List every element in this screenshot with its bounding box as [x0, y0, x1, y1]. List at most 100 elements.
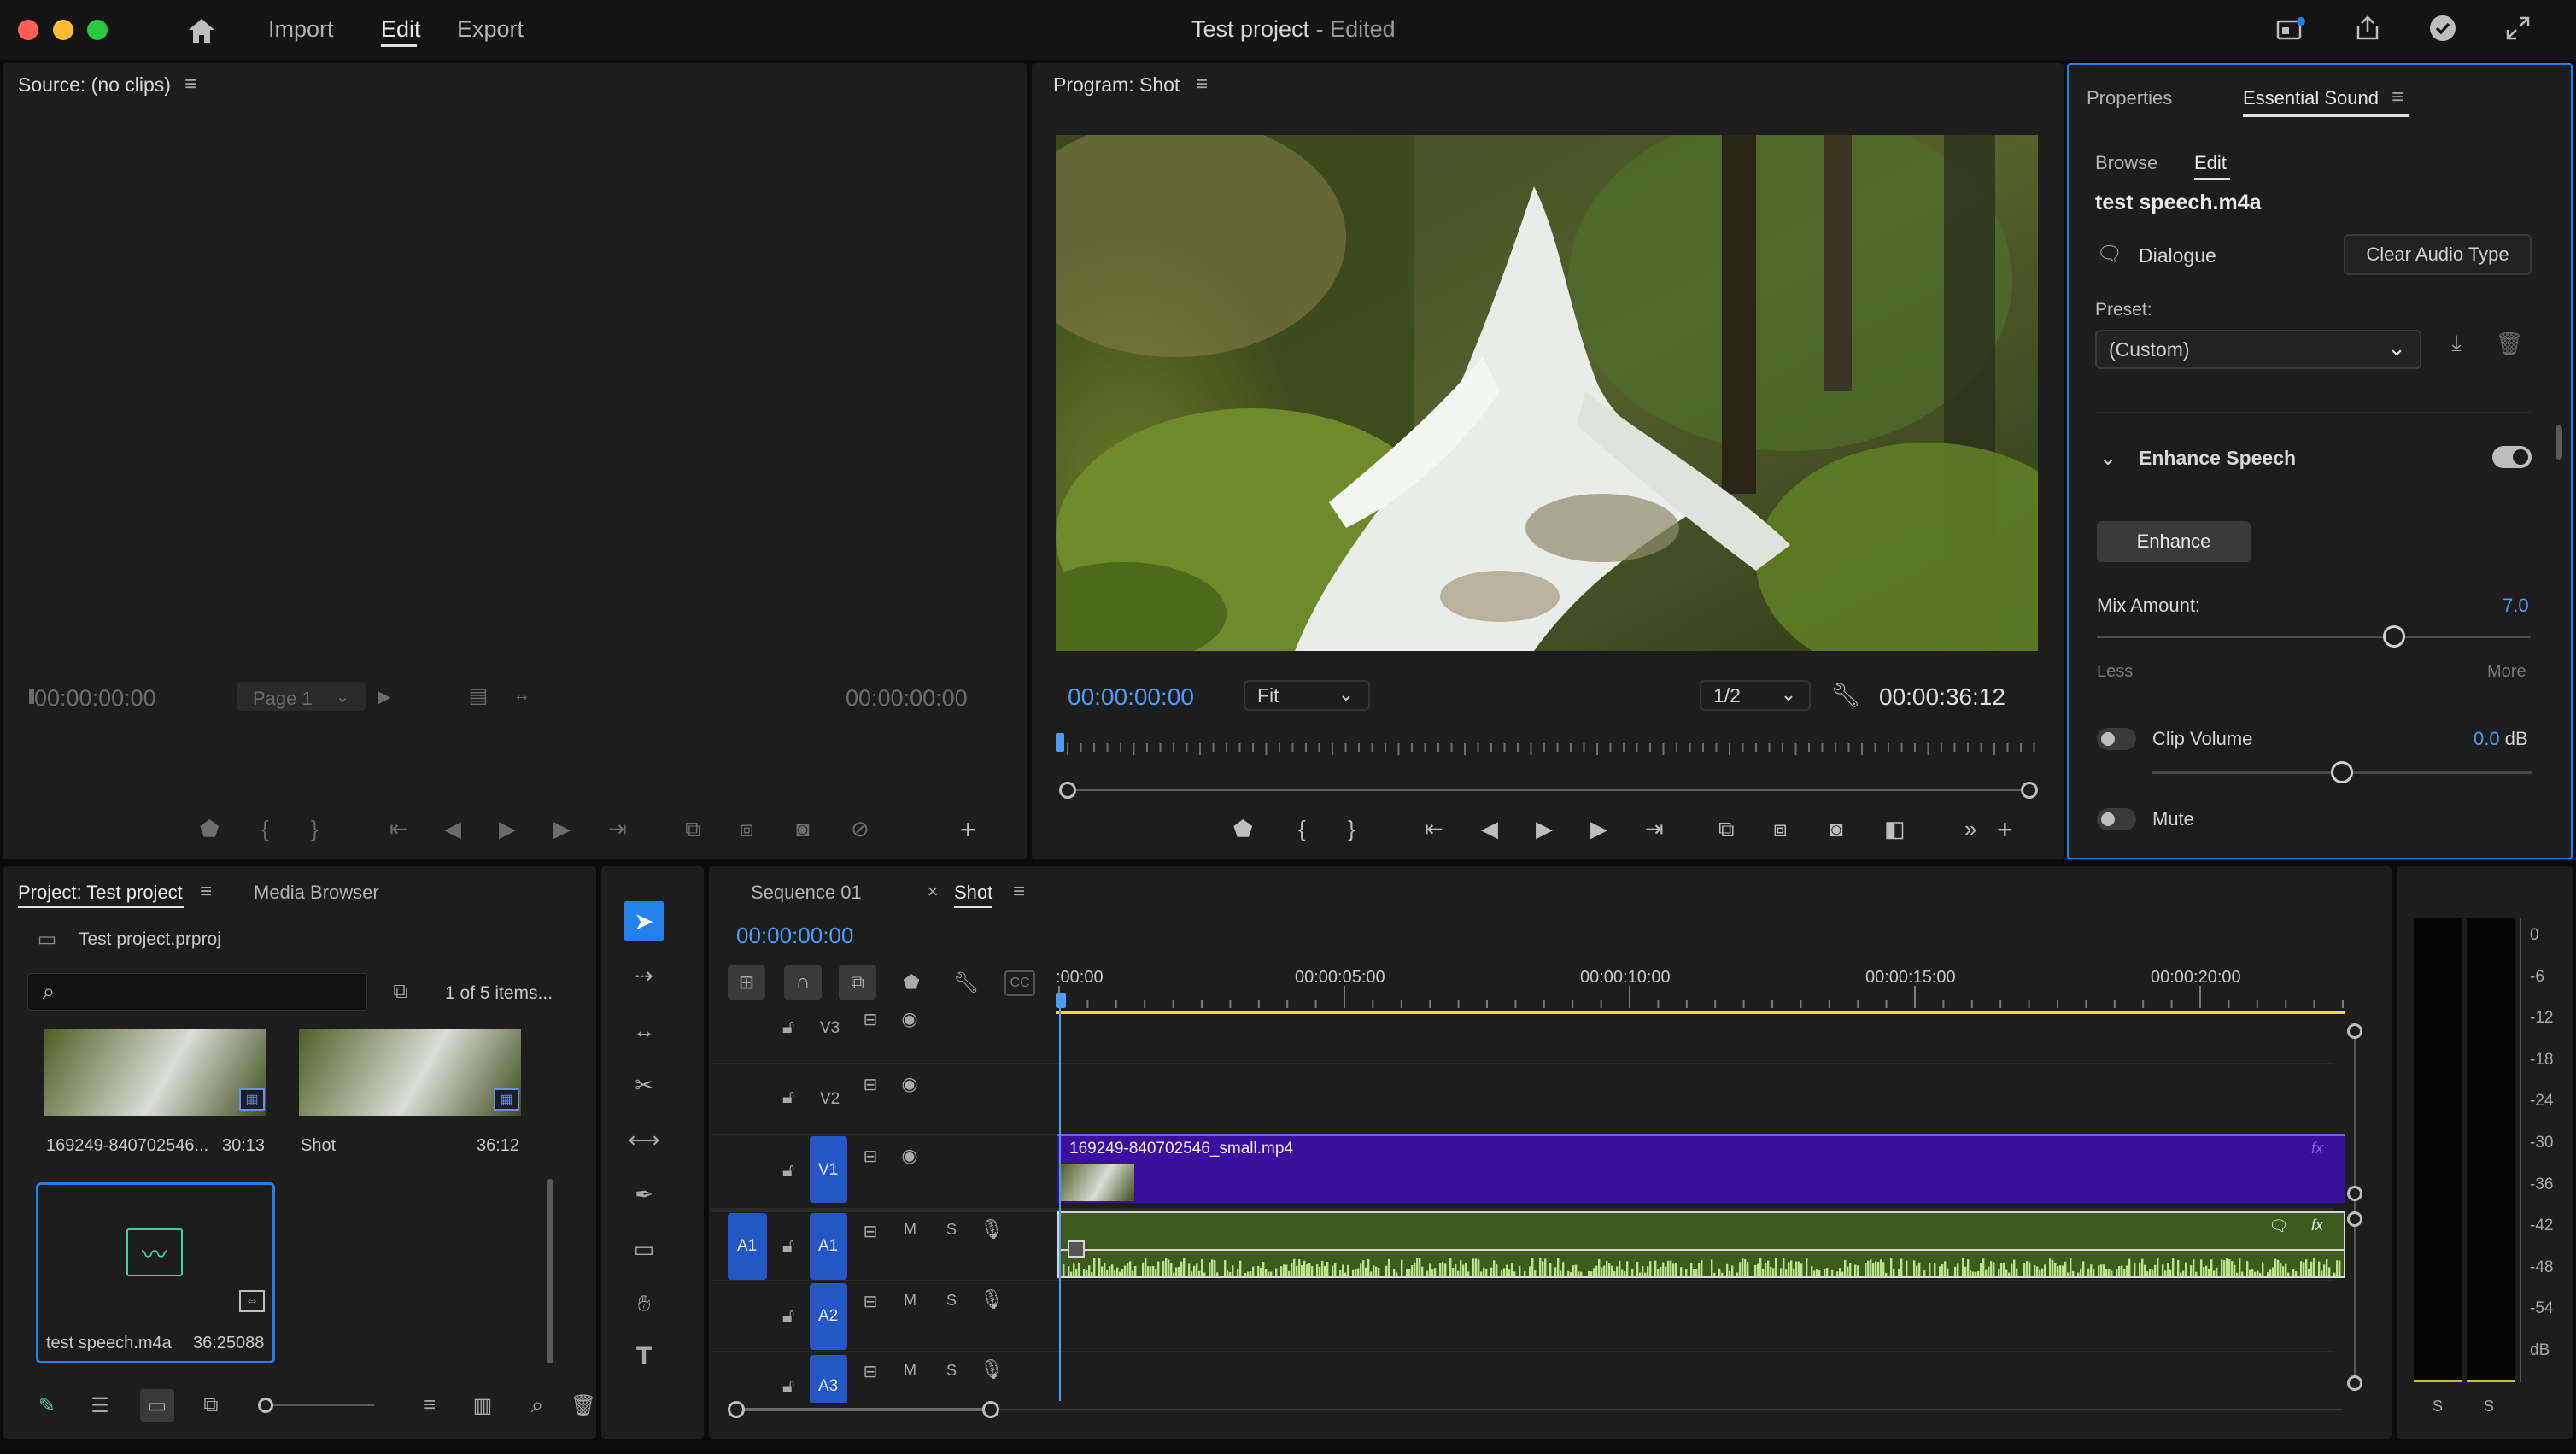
drag-video-icon[interactable]: ⊘: [851, 816, 869, 842]
enhance-button[interactable]: Enhance: [2097, 521, 2251, 562]
play-icon[interactable]: ▶: [1536, 816, 1553, 842]
add-marker-icon[interactable]: ⬟: [200, 816, 220, 842]
go-to-in-icon[interactable]: ⇤: [389, 816, 408, 842]
program-ruler[interactable]: [1056, 731, 2038, 765]
mute-track-button[interactable]: M: [904, 1292, 916, 1310]
sort-icon[interactable]: ≡: [415, 1392, 444, 1418]
clear-audio-type-button[interactable]: Clear Audio Type: [2344, 234, 2532, 275]
lock-icon[interactable]: 🔓︎: [776, 1374, 801, 1398]
workspace-icon[interactable]: [2272, 13, 2310, 47]
fullscreen-icon[interactable]: [2499, 11, 2537, 45]
go-to-in-icon[interactable]: ⇤: [1425, 816, 1443, 842]
insert-icon[interactable]: ⧉: [685, 816, 701, 843]
tab-essential-sound[interactable]: Essential Sound: [2243, 87, 2379, 109]
sync-lock-icon[interactable]: ⊟: [858, 1073, 883, 1095]
project-scrollbar[interactable]: [547, 1179, 553, 1363]
rectangle-tool-icon[interactable]: ▭: [627, 1232, 661, 1266]
sync-lock-icon[interactable]: ⊟: [858, 1290, 883, 1312]
play-triangle-icon[interactable]: ▶: [376, 687, 393, 706]
automate-to-sequence-icon[interactable]: ▥: [468, 1392, 497, 1418]
mark-out-icon[interactable]: }: [311, 816, 319, 842]
go-to-out-icon[interactable]: ⇥: [608, 816, 627, 842]
menu-export[interactable]: Export: [457, 16, 524, 43]
close-tab-icon[interactable]: ×: [924, 881, 941, 902]
solo-track-button[interactable]: S: [946, 1221, 957, 1239]
step-back-icon[interactable]: ◀: [1481, 816, 1498, 842]
step-forward-icon[interactable]: ▶: [553, 816, 571, 842]
work-area-bar[interactable]: [1056, 1011, 2345, 1014]
more-controls-icon[interactable]: »: [1964, 816, 1976, 842]
source-monitor-title[interactable]: Source: (no clips): [18, 73, 171, 97]
panel-menu-icon[interactable]: ≡: [179, 73, 202, 96]
clip-volume-slider-thumb[interactable]: [2331, 761, 2353, 783]
mix-amount-slider-thumb[interactable]: [2383, 625, 2405, 648]
list-view-icon[interactable]: ☰: [85, 1392, 114, 1418]
keyframe-icon[interactable]: [1068, 1240, 1085, 1258]
timeline-vertical-scrollbar[interactable]: [2354, 1030, 2356, 1384]
playhead-line[interactable]: [1059, 1008, 1061, 1401]
eye-icon[interactable]: ◉: [897, 1073, 922, 1095]
lift-icon[interactable]: ⧉: [1718, 816, 1735, 843]
sync-lock-icon[interactable]: ⊟: [858, 1220, 883, 1242]
extract-icon[interactable]: ⧈: [1773, 816, 1788, 843]
program-monitor-title[interactable]: Program: Shot: [1053, 73, 1180, 97]
zoom-handle-right[interactable]: [2021, 782, 2038, 799]
overwrite-icon[interactable]: ⧈: [740, 816, 754, 843]
meter-solo-left[interactable]: S: [2433, 1398, 2443, 1416]
razor-tool-icon[interactable]: ✂: [627, 1068, 661, 1102]
mark-out-icon[interactable]: }: [1348, 816, 1355, 842]
microphone-icon[interactable]: 🎙︎: [979, 1287, 1004, 1312]
source-timecode-left[interactable]: 00:00:00:00: [34, 685, 156, 712]
add-button-icon[interactable]: +: [1997, 814, 2013, 846]
hscroll-range[interactable]: [736, 1408, 991, 1411]
safe-margins-icon[interactable]: ▤: [466, 683, 490, 707]
panel-menu-icon[interactable]: ≡: [1191, 73, 1213, 96]
subtab-browse[interactable]: Browse: [2095, 152, 2157, 174]
tab-shot[interactable]: Shot: [954, 882, 992, 904]
tab-project[interactable]: Project: Test project: [18, 882, 183, 904]
freeform-view-icon[interactable]: ⧉: [196, 1392, 225, 1418]
minimize-window-button[interactable]: [53, 20, 73, 40]
share-icon[interactable]: [2349, 11, 2386, 45]
find-bin-icon[interactable]: ⧉: [386, 979, 415, 1005]
track-select-tool-icon[interactable]: ⇢: [627, 959, 661, 993]
menu-edit[interactable]: Edit: [381, 16, 421, 43]
mute-track-button[interactable]: M: [904, 1362, 916, 1380]
tab-sequence-01[interactable]: Sequence 01: [751, 882, 862, 904]
vscroll-handle[interactable]: [2347, 1375, 2362, 1391]
sync-lock-icon[interactable]: ⊟: [858, 1360, 883, 1382]
mix-amount-value[interactable]: 7.0: [2503, 595, 2529, 617]
vscroll-handle[interactable]: [2347, 1023, 2362, 1039]
export-frame-icon[interactable]: ◙: [796, 816, 810, 842]
delete-preset-icon[interactable]: 🗑︎: [2494, 328, 2525, 359]
sync-lock-icon[interactable]: ⊟: [858, 1008, 883, 1030]
volume-rubberband[interactable]: [1059, 1249, 2344, 1251]
vscroll-handle[interactable]: [2347, 1186, 2362, 1201]
solo-track-button[interactable]: S: [946, 1292, 957, 1310]
panel-menu-icon[interactable]: ≡: [1008, 880, 1030, 903]
home-icon[interactable]: [183, 14, 220, 48]
project-item-thumb[interactable]: [299, 1029, 521, 1116]
comparison-view-icon[interactable]: ◧: [1884, 816, 1906, 842]
pencil-icon[interactable]: ✎: [32, 1392, 61, 1418]
chevron-down-icon[interactable]: ⌄: [2096, 446, 2120, 470]
sync-lock-icon[interactable]: ⊟: [858, 1145, 883, 1167]
wrench-icon[interactable]: 🔧︎: [1830, 680, 1861, 709]
program-timecode[interactable]: 00:00:00:00: [1068, 683, 1194, 711]
add-marker-icon[interactable]: ⬟: [899, 969, 924, 996]
solo-track-button[interactable]: S: [946, 1362, 957, 1380]
lock-icon[interactable]: 🔓︎: [776, 1015, 801, 1039]
fit-width-icon[interactable]: ↔: [509, 683, 535, 707]
subtab-edit[interactable]: Edit: [2194, 152, 2227, 174]
hscroll-handle[interactable]: [982, 1401, 999, 1418]
microphone-icon[interactable]: 🎙︎: [979, 1217, 1004, 1242]
panel-menu-icon[interactable]: ≡: [195, 880, 217, 903]
eye-icon[interactable]: ◉: [897, 1008, 922, 1030]
go-to-out-icon[interactable]: ⇥: [1645, 816, 1664, 842]
thumbnail-size-thumb[interactable]: [258, 1398, 273, 1413]
type-tool-icon[interactable]: T: [627, 1340, 661, 1374]
program-video-frame[interactable]: [1056, 135, 2038, 651]
clear-icon[interactable]: 🗑︎: [571, 1392, 596, 1418]
lock-icon[interactable]: 🔓︎: [776, 1085, 801, 1109]
nest-icon[interactable]: ⊞: [728, 965, 765, 1000]
